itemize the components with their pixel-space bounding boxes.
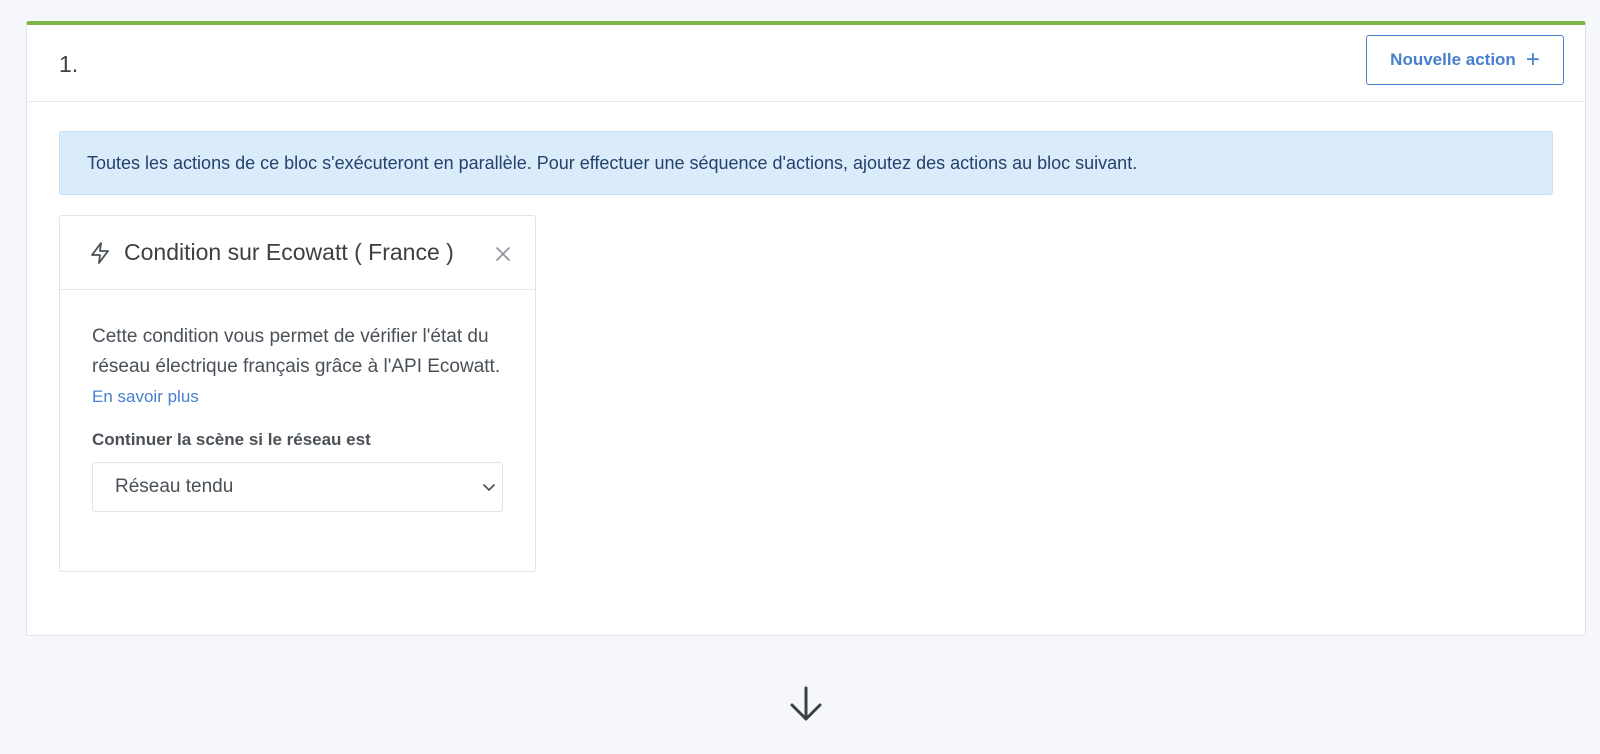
network-state-label: Continuer la scène si le réseau est bbox=[92, 430, 371, 449]
new-action-button[interactable]: Nouvelle action + bbox=[1366, 35, 1564, 85]
info-message: Toutes les actions de ce bloc s'exécuter… bbox=[87, 152, 1138, 173]
action-description: Cette condition vous permet de vérifier … bbox=[92, 322, 504, 412]
action-header: Condition sur Ecowatt ( France ) bbox=[60, 216, 535, 290]
network-state-select[interactable]: Réseau tendu bbox=[92, 462, 503, 512]
plus-icon: + bbox=[1525, 46, 1540, 73]
bolt-icon bbox=[91, 242, 109, 264]
arrow-down-icon bbox=[790, 686, 822, 721]
block-header: 1. Nouvelle action + bbox=[27, 25, 1585, 102]
scene-block: 1. Nouvelle action + Toutes les actions … bbox=[26, 21, 1586, 636]
block-number: 1. bbox=[59, 51, 79, 77]
select-value: Réseau tendu bbox=[115, 476, 234, 497]
action-card-ecowatt: Condition sur Ecowatt ( France ) Cette c… bbox=[59, 215, 536, 572]
description-text: Cette condition vous permet de vérifier … bbox=[92, 326, 501, 377]
action-title: Condition sur Ecowatt ( France ) bbox=[124, 239, 454, 265]
learn-more-link[interactable]: En savoir plus bbox=[92, 387, 199, 406]
chevron-down-icon bbox=[483, 484, 495, 491]
parallel-info-alert: Toutes les actions de ce bloc s'exécuter… bbox=[59, 131, 1553, 195]
close-icon[interactable] bbox=[495, 246, 511, 262]
action-body: Cette condition vous permet de vérifier … bbox=[60, 290, 535, 512]
new-action-label: Nouvelle action bbox=[1390, 50, 1516, 69]
